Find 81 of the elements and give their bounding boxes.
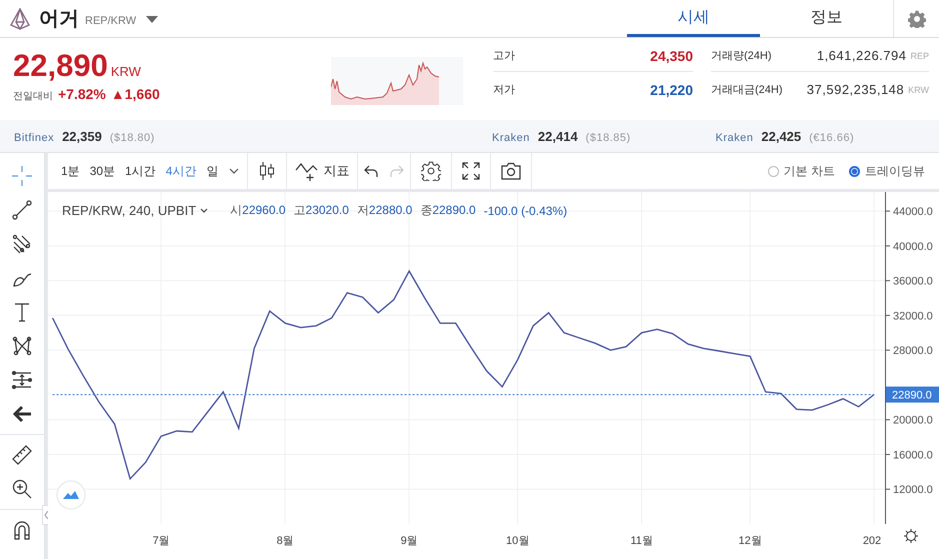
- indicators-button[interactable]: 지표: [287, 161, 358, 181]
- change-amount: ▲1,660: [110, 86, 160, 102]
- stat-value: 24,350: [650, 48, 693, 64]
- camera-icon[interactable]: [501, 162, 522, 180]
- exchange-foreign-price: ($18.80): [110, 132, 155, 144]
- zoom-icon: [11, 478, 33, 500]
- ohlc-label: 종: [420, 203, 432, 217]
- interval-button[interactable]: 일: [201, 162, 224, 180]
- line-icon: [11, 199, 33, 221]
- settings-icon[interactable]: [421, 161, 442, 181]
- x-tick-label: 202: [862, 535, 882, 547]
- currency-label: KRW: [110, 64, 141, 79]
- crosshair-icon: [11, 165, 33, 187]
- exchange-name: Bitfinex: [14, 132, 54, 144]
- ohlc-label: 저: [356, 203, 369, 217]
- stat-value: 21,220: [650, 82, 693, 98]
- volume-unit: REP: [910, 50, 929, 60]
- chart-type-radio[interactable]: 기본 차트: [768, 162, 835, 180]
- stat-label: 고가: [493, 49, 515, 63]
- ohlc-label: 고: [294, 203, 306, 217]
- chevron-down-icon[interactable]: [200, 208, 208, 213]
- y-tick-label: 28000.0: [893, 345, 933, 358]
- ohlc-value: 22890.0: [432, 203, 476, 217]
- exchange-price: 22,359: [62, 128, 102, 144]
- exchange-foreign-price: ($18.85): [586, 132, 631, 144]
- x-tick-label: 11월: [630, 535, 653, 547]
- pair-label: REP/KRW: [85, 15, 136, 27]
- x-tick-label: 8월: [276, 535, 294, 547]
- ruler-icon: [11, 444, 33, 466]
- y-tick-label: 44000.0: [893, 206, 933, 218]
- exchange-price: 22,414: [538, 128, 578, 144]
- chevron-down-icon[interactable]: [229, 168, 240, 174]
- x-tick-label: 7월: [152, 535, 170, 547]
- change-label: 전일대비: [13, 90, 53, 103]
- volume-label: 거래량(24H): [711, 49, 772, 63]
- dropdown-caret-icon[interactable]: [146, 16, 158, 24]
- interval-button[interactable]: 30분: [84, 162, 120, 180]
- y-tick-label: 32000.0: [893, 310, 933, 322]
- interval-button[interactable]: 1시간: [120, 162, 161, 180]
- y-tick-label: 40000.0: [893, 240, 933, 253]
- symbol-label[interactable]: REP/KRW, 240, UPBIT: [62, 203, 196, 218]
- settings-icon[interactable]: [903, 528, 919, 544]
- stat-label: 저가: [493, 83, 515, 97]
- volume-value: 37,592,235,148: [806, 82, 904, 97]
- interval-button[interactable]: 1분: [56, 162, 85, 180]
- measure-icon: [11, 369, 33, 391]
- redo-icon: [389, 164, 406, 178]
- price-tag: 22890.0: [886, 386, 939, 403]
- candlestick-icon[interactable]: [258, 161, 276, 181]
- pitchfork-icon: [11, 233, 33, 255]
- ohlc-value: 23020.0: [306, 203, 349, 217]
- fullscreen-icon[interactable]: [462, 162, 480, 180]
- interval-button[interactable]: 4시간: [160, 162, 202, 180]
- ohlc-label: 시: [230, 203, 242, 217]
- current-price: 22,890: [13, 50, 108, 82]
- exchange-name: Kraken: [492, 132, 530, 144]
- change-percent: +7.82%: [58, 86, 106, 102]
- y-tick-label: 16000.0: [893, 449, 933, 462]
- arrow-icon: [11, 403, 33, 425]
- tab[interactable]: 정보: [760, 0, 893, 37]
- undo-icon: [363, 164, 380, 178]
- ohlc-value: 22960.0: [242, 203, 286, 217]
- pattern-icon: [11, 335, 33, 357]
- volume-unit: KRW: [908, 84, 929, 94]
- volume-label: 거래대금(24H): [711, 83, 783, 97]
- y-tick-label: 20000.0: [893, 414, 933, 427]
- chart-type-radio[interactable]: 트레이딩뷰: [849, 162, 925, 180]
- logo-icon: [9, 8, 31, 30]
- y-tick-label: 36000.0: [893, 276, 933, 288]
- change-value: -100.0 (-0.43%): [484, 204, 568, 218]
- exchange-foreign-price: (€16.66): [809, 132, 854, 144]
- x-tick-label: 9월: [400, 535, 418, 547]
- y-tick-label: 12000.0: [893, 484, 933, 496]
- ohlc-value: 22880.0: [368, 203, 412, 217]
- coin-name: 어거: [39, 7, 79, 32]
- x-tick-label: 10월: [506, 535, 530, 547]
- volume-value: 1,641,226.794: [816, 48, 906, 63]
- x-tick-label: 12월: [738, 535, 762, 547]
- tab[interactable]: 시세: [627, 0, 760, 37]
- exchange-name: Kraken: [716, 132, 754, 144]
- exchange-price: 22,425: [761, 128, 802, 144]
